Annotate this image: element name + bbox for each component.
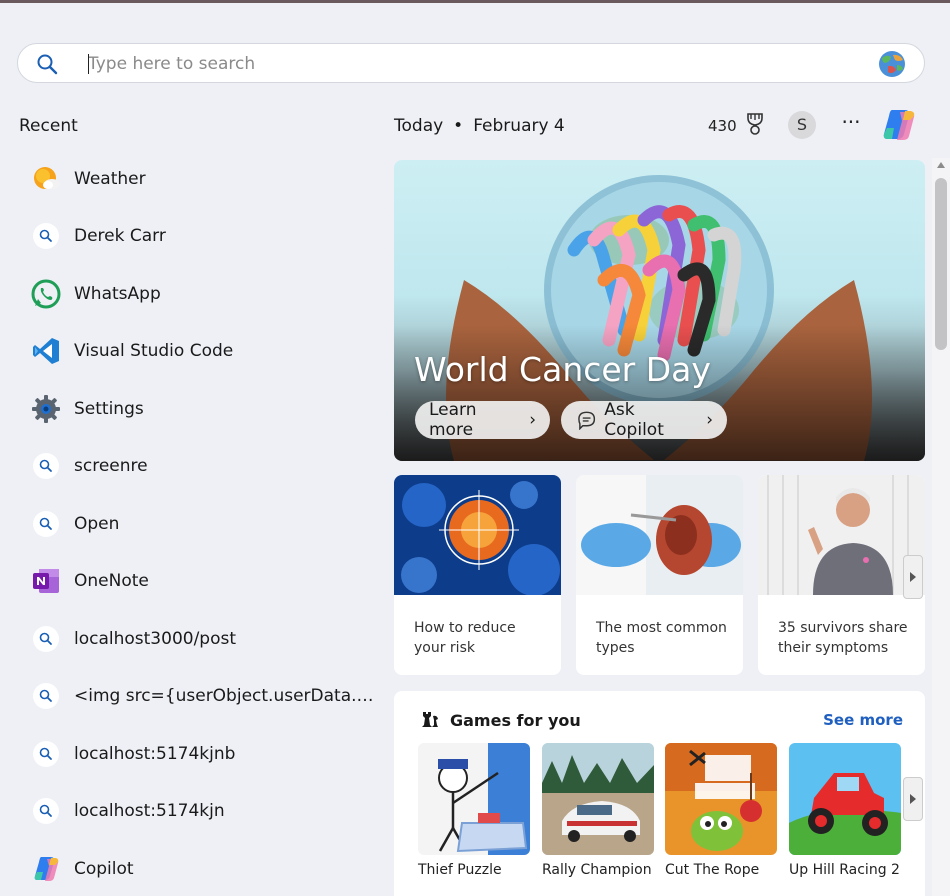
recent-heading: Recent (19, 116, 78, 136)
whatsapp-icon (30, 278, 62, 310)
game-tile[interactable]: Cut The Rope (665, 743, 777, 878)
search-icon (30, 220, 62, 252)
hero-title: World Cancer Day (414, 350, 711, 389)
games-next-button[interactable] (903, 777, 923, 821)
see-more-link[interactable]: See more (823, 711, 903, 729)
article-caption: 35 survivors share their symptoms (778, 620, 908, 656)
article-image (394, 475, 561, 595)
recent-item-label: Derek Carr (74, 226, 166, 247)
chevron-right-icon: › (706, 410, 713, 430)
scrollbar-thumb[interactable] (935, 178, 947, 350)
recent-list: Weather Derek Carr WhatsApp Visual Studi… (20, 150, 380, 896)
weather-icon (30, 163, 62, 195)
article-card[interactable]: 35 survivors share their symptoms (758, 475, 925, 675)
games-section: Games for you See more Thief Puzzle Rall… (394, 691, 925, 896)
search-input[interactable] (88, 52, 848, 76)
recent-item-label: localhost:5174kjnb (74, 743, 236, 764)
recent-item-weather[interactable]: Weather (20, 150, 380, 208)
game-thumbnail (789, 743, 901, 855)
article-card[interactable]: The most common types (576, 475, 743, 675)
games-heading: Games for you (420, 710, 581, 730)
recent-item-img-src[interactable]: <img src={userObject.userData.profil... (20, 668, 380, 726)
recent-item-label: Copilot (74, 858, 134, 879)
recent-item-localhost5174kjnb[interactable]: localhost:5174kjnb (20, 725, 380, 783)
search-icon (30, 795, 62, 827)
learn-more-button[interactable]: Learn more › (415, 400, 550, 440)
search-icon (30, 508, 62, 540)
vertical-scrollbar[interactable] (932, 158, 950, 896)
recent-item-label: Open (74, 513, 120, 534)
search-bar[interactable] (17, 43, 925, 83)
article-image (576, 475, 743, 595)
globe-icon[interactable] (876, 49, 908, 79)
recent-item-label: screenre (74, 456, 148, 477)
article-card[interactable]: How to reduce your risk (394, 475, 561, 675)
game-name: Thief Puzzle (418, 862, 502, 878)
chess-rook-icon (422, 712, 438, 727)
onenote-icon (30, 565, 62, 597)
window-top-border (0, 0, 950, 3)
cards-next-button[interactable] (903, 555, 923, 599)
search-icon (37, 54, 58, 75)
search-icon (30, 738, 62, 770)
recent-item-open[interactable]: Open (20, 495, 380, 553)
recent-item-copilot[interactable]: Copilot (20, 840, 380, 896)
today-date-heading: Today • February 4 (394, 116, 565, 136)
copilot-icon[interactable] (879, 106, 919, 144)
recent-item-localhost5174kjn[interactable]: localhost:5174kjn (20, 783, 380, 841)
chevron-right-icon: › (529, 410, 536, 430)
recent-item-label: Visual Studio Code (74, 341, 234, 362)
scroll-up-arrow-icon[interactable] (937, 162, 945, 168)
vscode-icon (30, 335, 62, 367)
game-tile[interactable]: Up Hill Racing 2 (789, 743, 901, 878)
user-avatar[interactable]: S (788, 111, 816, 139)
recent-item-onenote[interactable]: OneNote (20, 553, 380, 611)
separator-dot: • (453, 116, 464, 136)
search-icon (30, 450, 62, 482)
chat-bubble-icon (578, 411, 596, 430)
date-label: February 4 (473, 116, 565, 136)
rewards-trophy-icon[interactable] (744, 112, 766, 136)
game-thumbnail (542, 743, 654, 855)
recent-item-label: <img src={userObject.userData.profil... (74, 686, 376, 707)
today-label: Today (394, 116, 444, 136)
search-icon (30, 680, 62, 712)
recent-item-label: OneNote (74, 571, 149, 592)
ask-copilot-button[interactable]: Ask Copilot › (561, 400, 727, 440)
copilot-icon (30, 853, 62, 885)
article-image (758, 475, 925, 595)
settings-gear-icon (30, 393, 62, 425)
ask-copilot-label: Ask Copilot (604, 400, 664, 440)
recent-item-whatsapp[interactable]: WhatsApp (20, 265, 380, 323)
game-name: Up Hill Racing 2 (789, 862, 900, 878)
learn-more-label: Learn more (429, 400, 477, 440)
game-thumbnail (418, 743, 530, 855)
search-icon (30, 623, 62, 655)
chevron-right-icon (910, 572, 916, 582)
game-name: Rally Champion (542, 862, 652, 878)
recent-item-screenre[interactable]: screenre (20, 438, 380, 496)
recent-item-label: Weather (74, 168, 146, 189)
article-caption: How to reduce your risk (414, 620, 516, 656)
game-tile[interactable]: Rally Champion (542, 743, 654, 878)
recent-item-label: Settings (74, 398, 144, 419)
game-thumbnail (665, 743, 777, 855)
rewards-points[interactable]: 430 (708, 117, 737, 135)
recent-item-localhost3000-post[interactable]: localhost3000/post (20, 610, 380, 668)
game-tile[interactable]: Thief Puzzle (418, 743, 530, 878)
recent-item-label: WhatsApp (74, 283, 161, 304)
recent-item-settings[interactable]: Settings (20, 380, 380, 438)
more-options-button[interactable]: ··· (839, 112, 863, 136)
article-caption: The most common types (596, 620, 727, 656)
recent-item-visual-studio-code[interactable]: Visual Studio Code (20, 323, 380, 381)
recent-item-label: localhost:5174kjn (74, 801, 225, 822)
recent-item-label: localhost3000/post (74, 628, 237, 649)
chevron-right-icon (910, 794, 916, 804)
recent-item-derek-carr[interactable]: Derek Carr (20, 208, 380, 266)
games-title: Games for you (450, 710, 581, 730)
hero-card-world-cancer-day[interactable]: World Cancer Day Learn more › Ask Copilo… (394, 160, 925, 461)
game-name: Cut The Rope (665, 862, 760, 878)
text-caret (88, 54, 89, 74)
